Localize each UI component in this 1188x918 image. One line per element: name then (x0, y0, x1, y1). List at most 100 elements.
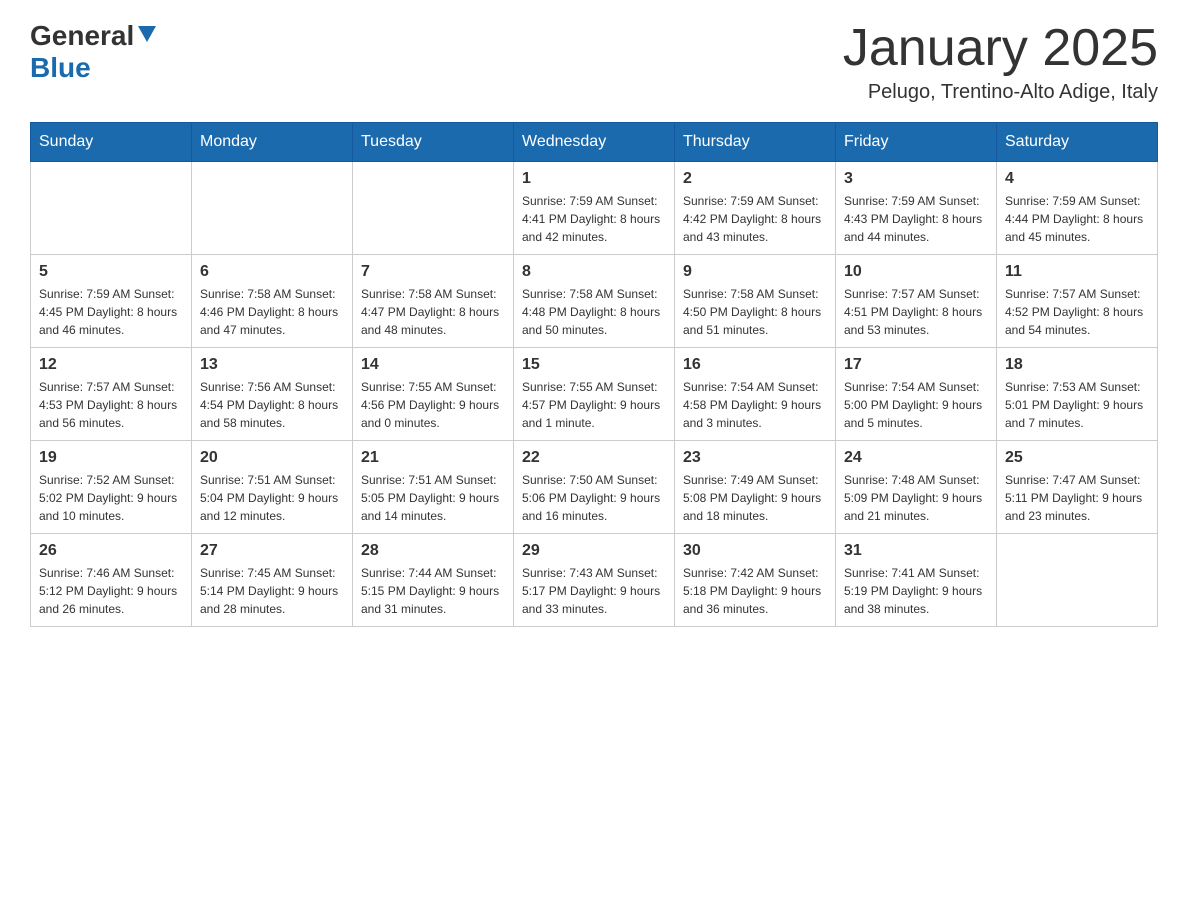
calendar-cell: 12 Sunrise: 7:57 AM Sunset: 4:53 PM Dayli… (31, 348, 192, 441)
calendar-cell: 18 Sunrise: 7:53 AM Sunset: 5:01 PM Dayli… (997, 348, 1158, 441)
day-info: Sunrise: 7:45 AM Sunset: 5:14 PM Dayligh… (200, 564, 344, 618)
day-number: 29 (522, 542, 666, 560)
day-info: Sunrise: 7:54 AM Sunset: 4:58 PM Dayligh… (683, 378, 827, 432)
day-number: 7 (361, 263, 505, 281)
day-info: Sunrise: 7:59 AM Sunset: 4:42 PM Dayligh… (683, 192, 827, 246)
page-header: General Blue January 2025 Pelugo, Trenti… (30, 20, 1158, 104)
day-of-week-header: Wednesday (514, 123, 675, 162)
day-info: Sunrise: 7:51 AM Sunset: 5:05 PM Dayligh… (361, 471, 505, 525)
day-number: 22 (522, 449, 666, 467)
day-of-week-header: Monday (192, 123, 353, 162)
logo: General Blue (30, 20, 156, 84)
day-of-week-header: Tuesday (353, 123, 514, 162)
calendar-cell: 3Sunrise: 7:59 AM Sunset: 4:43 PM Daylig… (836, 162, 997, 255)
calendar-cell: 11Sunrise: 7:57 AM Sunset: 4:52 PM Dayli… (997, 255, 1158, 348)
day-info: Sunrise: 7:58 AM Sunset: 4:47 PM Dayligh… (361, 285, 505, 339)
calendar-cell: 30 Sunrise: 7:42 AM Sunset: 5:18 PM Dayli… (675, 534, 836, 627)
calendar-cell: 8Sunrise: 7:58 AM Sunset: 4:48 PM Daylig… (514, 255, 675, 348)
calendar-cell: 23 Sunrise: 7:49 AM Sunset: 5:08 PM Dayli… (675, 441, 836, 534)
day-number: 13 (200, 356, 344, 374)
day-number: 14 (361, 356, 505, 374)
calendar-header: SundayMondayTuesdayWednesdayThursdayFrid… (31, 123, 1158, 162)
day-info: Sunrise: 7:49 AM Sunset: 5:08 PM Dayligh… (683, 471, 827, 525)
day-info: Sunrise: 7:53 AM Sunset: 5:01 PM Dayligh… (1005, 378, 1149, 432)
day-number: 31 (844, 542, 988, 560)
calendar-week-row: 12 Sunrise: 7:57 AM Sunset: 4:53 PM Dayli… (31, 348, 1158, 441)
calendar-cell: 17 Sunrise: 7:54 AM Sunset: 5:00 PM Dayli… (836, 348, 997, 441)
day-info: Sunrise: 7:46 AM Sunset: 5:12 PM Dayligh… (39, 564, 183, 618)
day-number: 2 (683, 170, 827, 188)
calendar-cell: 28 Sunrise: 7:44 AM Sunset: 5:15 PM Dayli… (353, 534, 514, 627)
day-number: 12 (39, 356, 183, 374)
day-info: Sunrise: 7:41 AM Sunset: 5:19 PM Dayligh… (844, 564, 988, 618)
day-info: Sunrise: 7:42 AM Sunset: 5:18 PM Dayligh… (683, 564, 827, 618)
day-info: Sunrise: 7:57 AM Sunset: 4:53 PM Dayligh… (39, 378, 183, 432)
day-header-row: SundayMondayTuesdayWednesdayThursdayFrid… (31, 123, 1158, 162)
day-number: 10 (844, 263, 988, 281)
day-info: Sunrise: 7:54 AM Sunset: 5:00 PM Dayligh… (844, 378, 988, 432)
calendar-cell: 24 Sunrise: 7:48 AM Sunset: 5:09 PM Dayli… (836, 441, 997, 534)
day-of-week-header: Sunday (31, 123, 192, 162)
calendar-cell: 13 Sunrise: 7:56 AM Sunset: 4:54 PM Dayli… (192, 348, 353, 441)
calendar-cell: 10Sunrise: 7:57 AM Sunset: 4:51 PM Dayli… (836, 255, 997, 348)
calendar-cell: 9 Sunrise: 7:58 AM Sunset: 4:50 PM Daylig… (675, 255, 836, 348)
calendar-week-row: 5Sunrise: 7:59 AM Sunset: 4:45 PM Daylig… (31, 255, 1158, 348)
calendar-cell (192, 162, 353, 255)
day-number: 23 (683, 449, 827, 467)
logo-general: General (30, 20, 134, 52)
day-info: Sunrise: 7:58 AM Sunset: 4:50 PM Dayligh… (683, 285, 827, 339)
day-number: 17 (844, 356, 988, 374)
calendar-cell: 22 Sunrise: 7:50 AM Sunset: 5:06 PM Dayli… (514, 441, 675, 534)
day-number: 18 (1005, 356, 1149, 374)
logo-triangle-icon (138, 26, 156, 47)
day-of-week-header: Friday (836, 123, 997, 162)
day-number: 16 (683, 356, 827, 374)
day-info: Sunrise: 7:50 AM Sunset: 5:06 PM Dayligh… (522, 471, 666, 525)
day-number: 21 (361, 449, 505, 467)
day-info: Sunrise: 7:44 AM Sunset: 5:15 PM Dayligh… (361, 564, 505, 618)
calendar-cell: 31 Sunrise: 7:41 AM Sunset: 5:19 PM Dayli… (836, 534, 997, 627)
calendar-week-row: 26 Sunrise: 7:46 AM Sunset: 5:12 PM Dayli… (31, 534, 1158, 627)
calendar-cell: 16 Sunrise: 7:54 AM Sunset: 4:58 PM Dayli… (675, 348, 836, 441)
calendar-cell (31, 162, 192, 255)
day-number: 15 (522, 356, 666, 374)
calendar-cell: 5Sunrise: 7:59 AM Sunset: 4:45 PM Daylig… (31, 255, 192, 348)
calendar-week-row: 19 Sunrise: 7:52 AM Sunset: 5:02 PM Dayli… (31, 441, 1158, 534)
day-info: Sunrise: 7:55 AM Sunset: 4:56 PM Dayligh… (361, 378, 505, 432)
day-info: Sunrise: 7:52 AM Sunset: 5:02 PM Dayligh… (39, 471, 183, 525)
calendar-cell: 27 Sunrise: 7:45 AM Sunset: 5:14 PM Dayli… (192, 534, 353, 627)
calendar-cell (997, 534, 1158, 627)
day-info: Sunrise: 7:43 AM Sunset: 5:17 PM Dayligh… (522, 564, 666, 618)
day-of-week-header: Saturday (997, 123, 1158, 162)
day-info: Sunrise: 7:59 AM Sunset: 4:45 PM Dayligh… (39, 285, 183, 339)
day-number: 4 (1005, 170, 1149, 188)
calendar-cell: 1Sunrise: 7:59 AM Sunset: 4:41 PM Daylig… (514, 162, 675, 255)
day-number: 9 (683, 263, 827, 281)
calendar-table: SundayMondayTuesdayWednesdayThursdayFrid… (30, 122, 1158, 627)
day-of-week-header: Thursday (675, 123, 836, 162)
day-number: 27 (200, 542, 344, 560)
calendar-cell: 15Sunrise: 7:55 AM Sunset: 4:57 PM Dayli… (514, 348, 675, 441)
day-number: 19 (39, 449, 183, 467)
calendar-cell: 25Sunrise: 7:47 AM Sunset: 5:11 PM Dayli… (997, 441, 1158, 534)
calendar-cell: 6Sunrise: 7:58 AM Sunset: 4:46 PM Daylig… (192, 255, 353, 348)
calendar-cell: 14 Sunrise: 7:55 AM Sunset: 4:56 PM Dayli… (353, 348, 514, 441)
day-info: Sunrise: 7:57 AM Sunset: 4:52 PM Dayligh… (1005, 285, 1149, 339)
day-number: 24 (844, 449, 988, 467)
day-info: Sunrise: 7:58 AM Sunset: 4:46 PM Dayligh… (200, 285, 344, 339)
day-number: 28 (361, 542, 505, 560)
page-title: January 2025 (843, 20, 1158, 77)
day-info: Sunrise: 7:48 AM Sunset: 5:09 PM Dayligh… (844, 471, 988, 525)
day-info: Sunrise: 7:56 AM Sunset: 4:54 PM Dayligh… (200, 378, 344, 432)
calendar-cell: 7 Sunrise: 7:58 AM Sunset: 4:47 PM Daylig… (353, 255, 514, 348)
day-number: 26 (39, 542, 183, 560)
day-number: 20 (200, 449, 344, 467)
calendar-cell: 2 Sunrise: 7:59 AM Sunset: 4:42 PM Daylig… (675, 162, 836, 255)
title-block: January 2025 Pelugo, Trentino-Alto Adige… (843, 20, 1158, 104)
calendar-cell (353, 162, 514, 255)
day-number: 30 (683, 542, 827, 560)
calendar-cell: 20Sunrise: 7:51 AM Sunset: 5:04 PM Dayli… (192, 441, 353, 534)
calendar-cell: 4Sunrise: 7:59 AM Sunset: 4:44 PM Daylig… (997, 162, 1158, 255)
day-info: Sunrise: 7:58 AM Sunset: 4:48 PM Dayligh… (522, 285, 666, 339)
subtitle: Pelugo, Trentino-Alto Adige, Italy (843, 81, 1158, 104)
